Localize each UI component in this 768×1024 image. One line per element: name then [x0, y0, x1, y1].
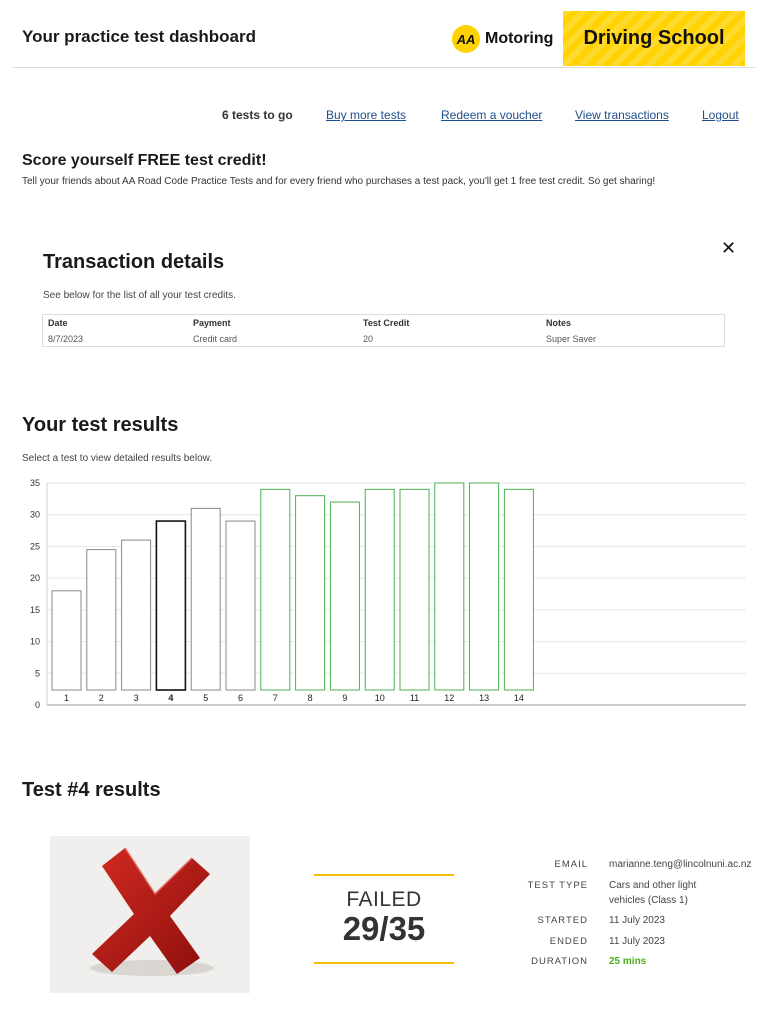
result-bar[interactable] — [295, 495, 326, 691]
ended-value: 11 July 2023 — [609, 936, 665, 947]
close-icon[interactable]: ✕ — [721, 238, 736, 259]
x-tick-label: 6 — [238, 693, 243, 703]
ended-label: ENDED — [549, 936, 588, 947]
email-label: EMAIL — [554, 859, 588, 870]
test-results-subtitle: Select a test to view detailed results b… — [22, 453, 213, 464]
page-title: Your practice test dashboard — [22, 27, 256, 46]
y-tick-label: 25 — [30, 541, 40, 551]
email-value: marianne.teng@lincolnuni.ac.nz — [609, 859, 752, 870]
transaction-table: Date Payment Test Credit Notes 8/7/2023 … — [42, 314, 725, 347]
x-tick-label: 5 — [203, 693, 208, 703]
aa-motoring-logo[interactable]: AA Motoring — [452, 25, 554, 53]
result-bar[interactable] — [190, 507, 221, 691]
y-tick-label: 30 — [30, 510, 40, 520]
result-bar[interactable] — [260, 488, 291, 691]
transaction-subtitle: See below for the list of all your test … — [43, 290, 236, 301]
result-bar[interactable] — [329, 501, 360, 691]
driving-school-banner: Driving School — [563, 11, 745, 66]
result-bar[interactable] — [434, 482, 465, 691]
test-type-label: TEST TYPE — [527, 880, 588, 891]
result-bar[interactable] — [51, 590, 82, 691]
x-tick-label: 9 — [342, 693, 347, 703]
started-label: STARTED — [537, 915, 588, 926]
result-bar[interactable] — [364, 488, 395, 691]
result-bar[interactable] — [503, 488, 534, 691]
failed-x-image — [50, 836, 250, 993]
table-cell-test-credit: 20 — [363, 334, 374, 344]
result-score: 29/35 — [342, 910, 426, 947]
column-header-date: Date — [48, 318, 68, 328]
x-tick-label: 7 — [273, 693, 278, 703]
logout-link[interactable]: Logout — [702, 108, 739, 122]
x-tick-label: 11 — [410, 693, 419, 703]
test-results-chart: 051015202530351 2 3 4 5 6 7 8 9 10 11 12 13 14 — [30, 478, 746, 710]
x-tick-label: 1 — [64, 693, 69, 703]
result-bar[interactable] — [155, 520, 187, 691]
table-cell-payment: Credit card — [193, 334, 238, 344]
x-tick-label: 14 — [514, 693, 524, 703]
y-tick-label: 20 — [30, 573, 40, 583]
red-x-icon — [90, 847, 214, 976]
result-status: FAILED — [346, 888, 422, 911]
column-header-payment: Payment — [193, 318, 231, 328]
x-tick-label: 10 — [375, 693, 385, 703]
result-bar[interactable] — [469, 482, 500, 691]
y-tick-label: 5 — [35, 668, 40, 678]
x-tick-label: 2 — [99, 693, 104, 703]
table-cell-date: 8/7/2023 — [48, 334, 84, 344]
result-bar[interactable] — [399, 488, 430, 691]
y-tick-label: 15 — [30, 605, 40, 615]
promo-text: Tell your friends about AA Road Code Pra… — [22, 176, 656, 187]
y-tick-label: 10 — [30, 637, 40, 647]
column-header-notes: Notes — [546, 318, 572, 328]
result-bar[interactable] — [121, 539, 152, 691]
buy-more-tests-link[interactable]: Buy more tests — [326, 108, 406, 122]
view-transactions-link[interactable]: View transactions — [575, 108, 669, 122]
test-type-value-line2: vehicles (Class 1) — [609, 895, 688, 906]
duration-label: DURATION — [531, 956, 588, 967]
aa-logo-icon: AA — [452, 25, 480, 53]
result-bar[interactable] — [225, 520, 256, 691]
test-results-title: Your test results — [22, 414, 179, 436]
x-tick-label: 13 — [479, 693, 489, 703]
transaction-details-title: Transaction details — [43, 251, 225, 273]
selected-test-title: Test #4 results — [22, 779, 161, 801]
x-tick-label: 4 — [168, 693, 173, 703]
header: Your practice test dashboard AA Motoring… — [12, 10, 756, 68]
table-cell-notes: Super Saver — [546, 334, 597, 344]
x-tick-label: 8 — [308, 693, 313, 703]
promo-title: Score yourself FREE test credit! — [22, 152, 267, 169]
test-type-value-line1: Cars and other light — [609, 880, 697, 891]
x-tick-label: 3 — [134, 693, 139, 703]
redeem-voucher-link[interactable]: Redeem a voucher — [441, 108, 542, 122]
x-tick-label: 12 — [444, 693, 454, 703]
tests-remaining: 6 tests to go — [222, 108, 293, 122]
y-tick-label: 35 — [30, 478, 40, 488]
y-tick-label: 0 — [35, 700, 40, 710]
result-bar[interactable] — [86, 549, 117, 691]
score-panel: FAILED 29/35 — [314, 874, 454, 964]
duration-value: 25 mins — [609, 956, 647, 967]
driving-school-label: Driving School — [583, 27, 725, 49]
brand-name: Motoring — [485, 30, 554, 47]
started-value: 11 July 2023 — [609, 915, 665, 926]
column-header-test-credit: Test Credit — [363, 318, 410, 328]
